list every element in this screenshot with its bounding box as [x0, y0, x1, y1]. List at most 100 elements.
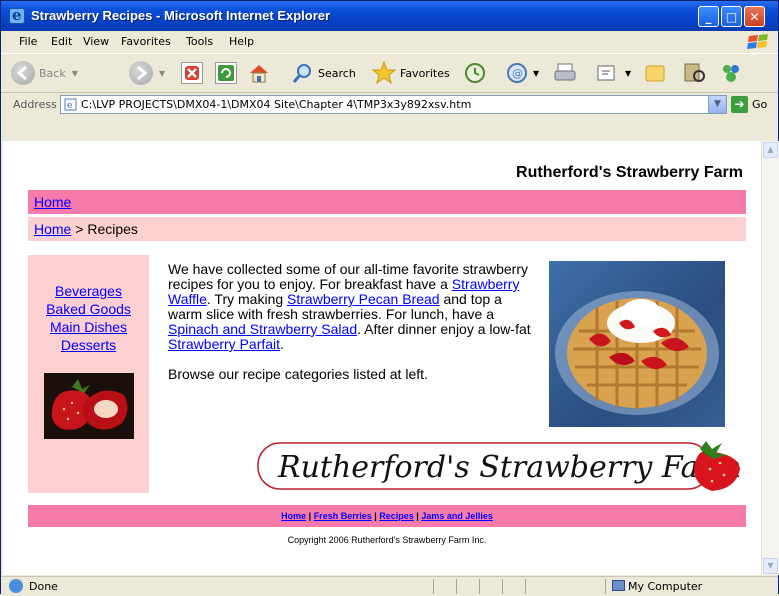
forward-dropdown-icon[interactable]: ▼ — [159, 69, 165, 78]
logo-text: Rutherford's Strawberry Farm — [277, 450, 741, 485]
discuss-button[interactable] — [643, 60, 667, 86]
windows-logo-icon — [747, 34, 768, 49]
page-viewport: Rutherford's Strawberry Farm Home Home >… — [3, 141, 761, 575]
back-dropdown-icon[interactable]: ▼ — [72, 69, 78, 78]
address-url: C:\LVP PROJECTS\DMX04-1\DMX04 Site\Chapt… — [81, 98, 472, 111]
home-button[interactable] — [247, 60, 271, 86]
mail-button[interactable]: @ ▼ — [505, 60, 539, 86]
home-icon — [250, 65, 268, 83]
research-icon — [684, 63, 705, 82]
breadcrumb-home-link[interactable]: Home — [34, 221, 71, 237]
footer-nav-bar: Home | Fresh Berries | Recipes | Jams an… — [28, 505, 746, 527]
intro-text-5: . — [280, 336, 284, 352]
print-button[interactable] — [553, 60, 577, 86]
strawberries-photo — [44, 373, 134, 439]
menu-view[interactable]: View — [83, 35, 109, 48]
intro-paragraph: We have collected some of our all-time f… — [168, 262, 533, 382]
scroll-down-arrow-icon[interactable]: ▼ — [763, 558, 778, 574]
menu-edit[interactable]: Edit — [51, 35, 72, 48]
recipe-link-strawberry-parfait[interactable]: Strawberry Parfait — [168, 336, 280, 352]
breadcrumb-current: Recipes — [87, 221, 138, 237]
search-button[interactable]: Search — [291, 60, 356, 86]
search-icon — [292, 64, 311, 83]
standard-toolbar: Back ▼ ▼ Search Favorites @ ▼ ▼ — [1, 54, 778, 93]
vertical-scrollbar[interactable]: ▲ ▼ — [761, 141, 779, 575]
security-zone-label: My Computer — [628, 580, 703, 593]
strawberry-waffle-photo — [549, 261, 725, 427]
menu-file[interactable]: File — [19, 35, 37, 48]
category-link-baked-goods[interactable]: Baked Goods — [28, 300, 149, 318]
site-brand-heading: Rutherford's Strawberry Farm — [516, 164, 743, 181]
forward-arrow-icon — [129, 61, 153, 85]
footer-link-jams-and-jellies[interactable]: Jams and Jellies — [421, 511, 493, 521]
breadcrumb: Home > Recipes — [28, 217, 746, 241]
internet-explorer-icon — [9, 6, 25, 24]
title-bar: Strawberry Recipes - Microsoft Internet … — [1, 1, 778, 31]
copyright-text: Copyright 2006 Rutherford's Strawberry F… — [287, 535, 487, 545]
address-input[interactable]: e C:\LVP PROJECTS\DMX04-1\DMX04 Site\Cha… — [60, 95, 727, 114]
page-icon: e — [64, 98, 77, 111]
status-divider — [433, 579, 434, 594]
address-bar: Address e C:\LVP PROJECTS\DMX04-1\DMX04 … — [1, 93, 778, 118]
back-arrow-icon — [11, 61, 35, 85]
go-label: Go — [752, 98, 768, 111]
category-link-beverages[interactable]: Beverages — [28, 282, 149, 300]
edit-dropdown-icon[interactable]: ▼ — [625, 69, 631, 78]
go-arrow-icon: ➔ — [731, 96, 748, 113]
footer-separator: | — [306, 511, 314, 521]
category-link-main-dishes[interactable]: Main Dishes — [28, 318, 149, 336]
recipe-link-strawberry-pecan-bread[interactable]: Strawberry Pecan Bread — [287, 291, 440, 307]
status-divider — [502, 579, 503, 594]
status-text: Done — [29, 580, 58, 593]
recipe-link-spinach-strawberry-salad[interactable]: Spinach and Strawberry Salad — [168, 321, 357, 337]
mail-icon: @ — [507, 63, 527, 83]
footer-link-home[interactable]: Home — [281, 511, 306, 521]
history-button[interactable] — [463, 60, 487, 86]
status-divider — [456, 579, 457, 594]
mail-dropdown-icon[interactable]: ▼ — [533, 69, 539, 78]
svg-text:@: @ — [512, 67, 523, 80]
messenger-button[interactable] — [717, 60, 745, 86]
page-done-icon — [9, 579, 23, 593]
status-divider — [525, 579, 526, 594]
scroll-up-arrow-icon[interactable]: ▲ — [763, 142, 778, 158]
status-bar: Done My Computer — [1, 576, 778, 596]
maximize-button[interactable]: □ — [721, 6, 742, 27]
research-button[interactable] — [681, 60, 707, 86]
favorites-button[interactable]: Favorites — [371, 60, 450, 86]
address-label: Address — [13, 98, 57, 111]
forward-button[interactable]: ▼ — [129, 60, 165, 86]
edit-button[interactable]: ▼ — [595, 60, 631, 86]
status-divider — [605, 579, 606, 594]
go-button[interactable]: ➔ Go — [731, 96, 767, 113]
close-button[interactable]: ✕ — [744, 6, 765, 27]
menu-bar: File Edit View Favorites Tools Help — [1, 31, 778, 54]
favorites-star-icon — [371, 60, 397, 85]
favorites-label: Favorites — [400, 66, 450, 80]
menu-tools[interactable]: Tools — [186, 35, 213, 48]
category-sidebar: Beverages Baked Goods Main Dishes Desser… — [28, 255, 149, 493]
intro-text-4: . After dinner enjoy a low-fat — [357, 321, 531, 337]
folder-icon — [645, 65, 665, 82]
minimize-button[interactable]: _ — [698, 6, 719, 27]
footer-link-recipes[interactable]: Recipes — [379, 511, 414, 521]
stop-icon — [181, 62, 203, 84]
back-button[interactable]: Back ▼ — [11, 60, 78, 86]
menu-favorites[interactable]: Favorites — [121, 35, 171, 48]
stop-button[interactable] — [181, 60, 203, 86]
menu-help[interactable]: Help — [229, 35, 254, 48]
search-label: Search — [318, 66, 356, 80]
refresh-button[interactable] — [215, 60, 237, 86]
status-divider — [479, 579, 480, 594]
footer-link-fresh-berries[interactable]: Fresh Berries — [314, 511, 372, 521]
category-link-desserts[interactable]: Desserts — [28, 336, 149, 354]
nav-home-link[interactable]: Home — [34, 194, 71, 210]
address-dropdown-icon[interactable]: ▼ — [708, 96, 726, 113]
browse-text: Browse our recipe categories listed at l… — [168, 366, 428, 382]
edit-icon — [597, 65, 615, 81]
refresh-icon — [215, 62, 237, 84]
back-label: Back — [39, 66, 66, 80]
browser-window: Strawberry Recipes - Microsoft Internet … — [0, 0, 779, 596]
breadcrumb-separator: > — [71, 221, 88, 237]
my-computer-icon — [612, 580, 625, 591]
